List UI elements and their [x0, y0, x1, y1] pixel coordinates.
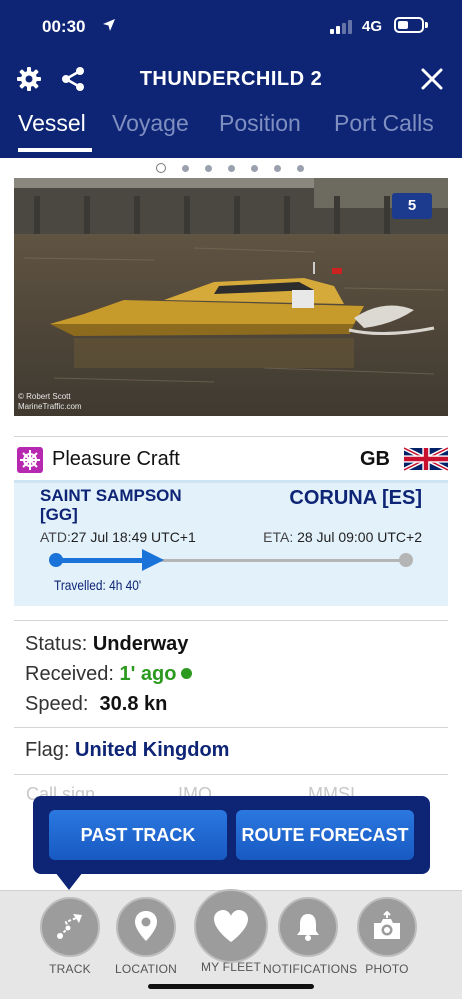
signal-icon: [330, 20, 356, 34]
destination-marker: [399, 553, 413, 567]
active-tab-indicator: [18, 148, 92, 152]
flag-value: United Kingdom: [75, 739, 230, 761]
status-value: Underway: [92, 633, 189, 655]
nav-location[interactable]: LOCATION: [101, 897, 191, 976]
flag-line: Flag: United Kingdom: [25, 739, 230, 761]
past-track-button[interactable]: PAST TRACK: [49, 810, 227, 860]
departure-port[interactable]: SAINT SAMPSON [GG]: [40, 486, 210, 524]
bell-icon: [297, 914, 319, 941]
vessel-status-block: Status: Underway Received: 1' ago Speed:…: [14, 620, 448, 715]
speed-value: 30.8 kn: [99, 693, 168, 715]
tab-position[interactable]: Position: [219, 110, 301, 137]
tab-port-calls[interactable]: Port Calls: [334, 110, 434, 137]
heart-icon: [214, 910, 248, 942]
popup-pointer: [55, 872, 83, 890]
photo-count-badge[interactable]: 5: [392, 193, 432, 219]
destination-port[interactable]: CORUNA [ES]: [289, 487, 422, 510]
atd-info: ATD:27 Jul 18:49 UTC+1: [40, 529, 196, 545]
voyage-progress-fill: [54, 558, 152, 563]
flag-code: GB: [360, 448, 390, 470]
route-forecast-button[interactable]: ROUTE FORECAST: [236, 810, 414, 860]
tab-vessel[interactable]: Vessel: [18, 110, 86, 137]
pager-dot[interactable]: [182, 165, 189, 172]
received-value: 1' ago: [119, 663, 177, 685]
uk-flag-icon: [404, 446, 448, 472]
home-indicator: [148, 984, 314, 989]
speed-line: Speed: 30.8 kn: [25, 693, 168, 715]
status-line: Status: Underway: [25, 633, 189, 655]
close-icon[interactable]: [420, 67, 444, 91]
track-icon: [57, 914, 82, 939]
travelled-time: Travelled: 4h 40': [54, 577, 142, 593]
vessel-type-row: Pleasure Craft GB: [14, 436, 448, 480]
photo-pager[interactable]: [0, 163, 462, 175]
vessel-header: THUNDERCHILD 2 Vessel Voyage Position Po…: [0, 52, 462, 158]
status-bar: 00:30 4G: [0, 0, 462, 52]
vessel-photo-image: [14, 178, 448, 416]
pager-dot[interactable]: [228, 165, 235, 172]
ship-wheel-icon: [17, 447, 43, 473]
vessel-title: THUNDERCHILD 2: [139, 68, 323, 90]
online-indicator-icon: [180, 668, 192, 679]
vessel-progress-arrow-icon: [142, 549, 164, 571]
received-line: Received: 1' ago: [25, 663, 192, 686]
camera-icon: [374, 911, 400, 939]
pager-dot[interactable]: [274, 165, 281, 172]
nav-photo[interactable]: PHOTO: [342, 897, 432, 976]
bottom-nav: TRACK LOCATION MY FLEET NOTIFICATIONS PH…: [0, 889, 462, 999]
battery-icon: [394, 17, 428, 33]
network-type: 4G: [362, 18, 383, 35]
location-arrow-icon: [103, 19, 115, 31]
photo-credit: © Robert Scott MarineTraffic.com: [18, 392, 82, 411]
eta-info: ETA: 28 Jul 09:00 UTC+2: [263, 529, 422, 545]
origin-marker: [49, 553, 63, 567]
voyage-route-panel[interactable]: SAINT SAMPSON [GG] CORUNA [ES] ATD:27 Ju…: [14, 480, 448, 606]
nav-notifications[interactable]: NOTIFICATIONS: [263, 897, 357, 976]
flag-row: Flag: United Kingdom: [14, 727, 448, 775]
location-pin-icon: [135, 911, 157, 941]
vessel-photo[interactable]: 5 © Robert Scott MarineTraffic.com: [14, 178, 448, 416]
pager-dot[interactable]: [251, 165, 258, 172]
vessel-type-label: Pleasure Craft: [52, 448, 180, 470]
track-options-popup: PAST TRACK ROUTE FORECAST: [33, 796, 430, 874]
pager-dot[interactable]: [156, 163, 166, 173]
pager-dot[interactable]: [297, 165, 304, 172]
status-time: 00:30: [42, 17, 86, 36]
pager-dot[interactable]: [205, 165, 212, 172]
tab-voyage[interactable]: Voyage: [112, 110, 189, 137]
